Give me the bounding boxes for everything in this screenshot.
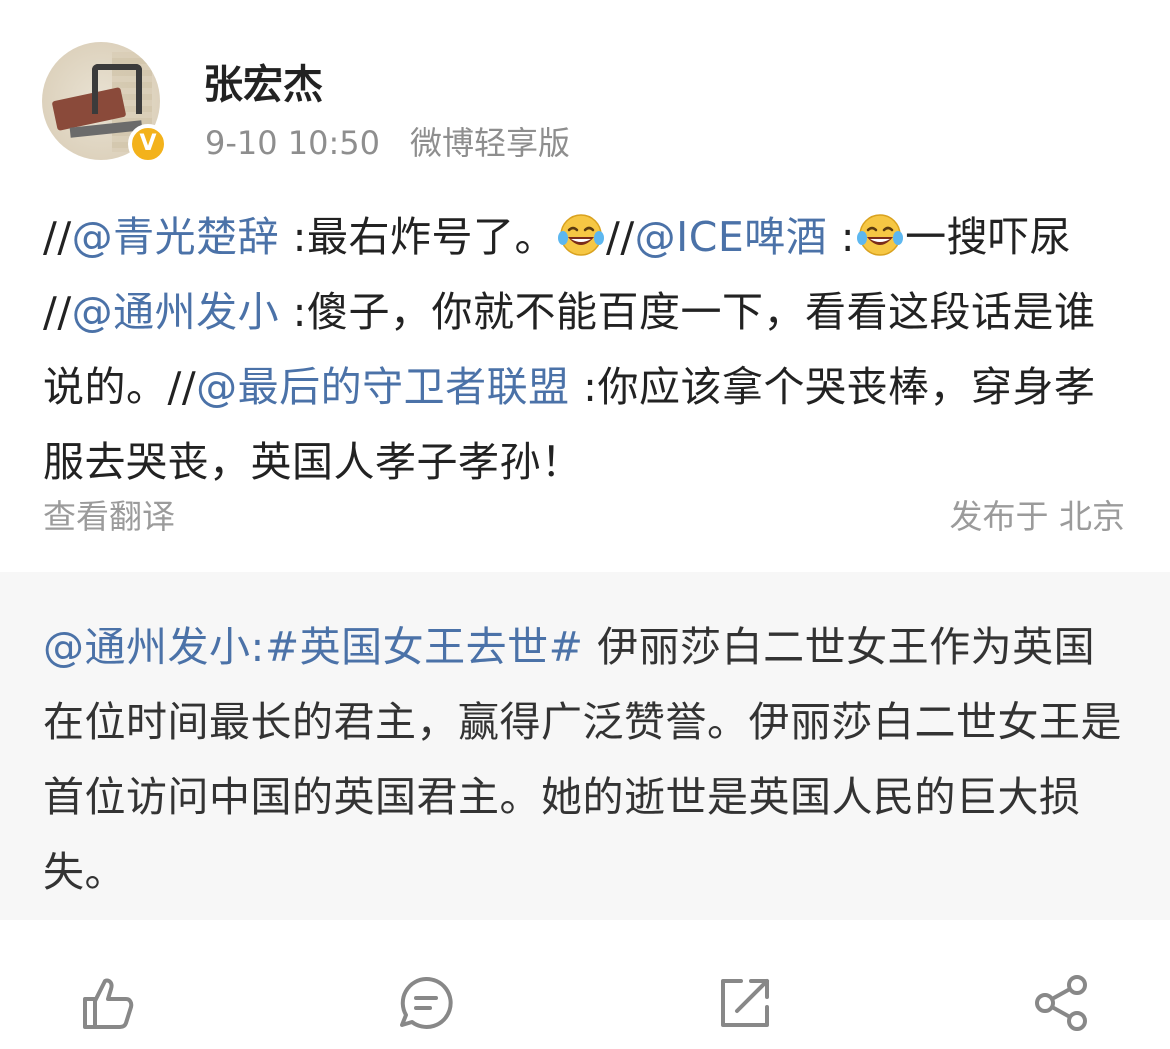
post-text-segment: // [43, 213, 72, 261]
post-location: 发布于 北京 [949, 497, 1126, 536]
verified-badge: V [128, 124, 168, 164]
mention-link[interactable]: @ICE啤酒 [635, 213, 828, 261]
mention-link[interactable]: @最后的守卫者联盟 [196, 363, 570, 411]
comment-icon[interactable] [396, 973, 456, 1033]
post-meta: 9-10 10:50 微博轻享版 [205, 118, 570, 164]
share-icon[interactable] [1031, 973, 1091, 1033]
post-text-segment: : [827, 213, 856, 261]
translate-link[interactable]: 查看翻译 [43, 490, 175, 538]
like-icon[interactable] [77, 973, 137, 1033]
post-source[interactable]: 微博轻享版 [410, 124, 570, 162]
laughing-crying-emoji-icon [558, 214, 604, 256]
post-time: 9-10 10:50 [205, 124, 381, 162]
post-text-segment: // [606, 213, 635, 261]
action-bar [0, 955, 1170, 1045]
laughing-crying-emoji-icon [857, 214, 904, 256]
post-header: V 张宏杰 9-10 10:50 微博轻享版 [0, 0, 1170, 190]
quoted-post-text: @通州发小:#英国女王去世# 伊丽莎白二世女王作为英国在位时间最长的君主，赢得广… [43, 610, 1133, 910]
username[interactable]: 张宏杰 [203, 52, 323, 110]
mention-link[interactable]: @通州发小: [43, 623, 265, 671]
post-body: //@青光楚辞 :最右炸号了。//@ICE啤酒 : 一搜吓尿 //@通州发小 :傻… [43, 200, 1133, 500]
post-text-segment: :最右炸号了。 [279, 213, 556, 261]
avatar-art-handle [92, 64, 142, 114]
repost-icon[interactable] [715, 973, 775, 1033]
mention-link[interactable]: @青光楚辞 [72, 213, 280, 261]
mention-link[interactable]: #英国女王去世# [265, 623, 584, 671]
mention-link[interactable]: @通州发小 [72, 288, 280, 336]
